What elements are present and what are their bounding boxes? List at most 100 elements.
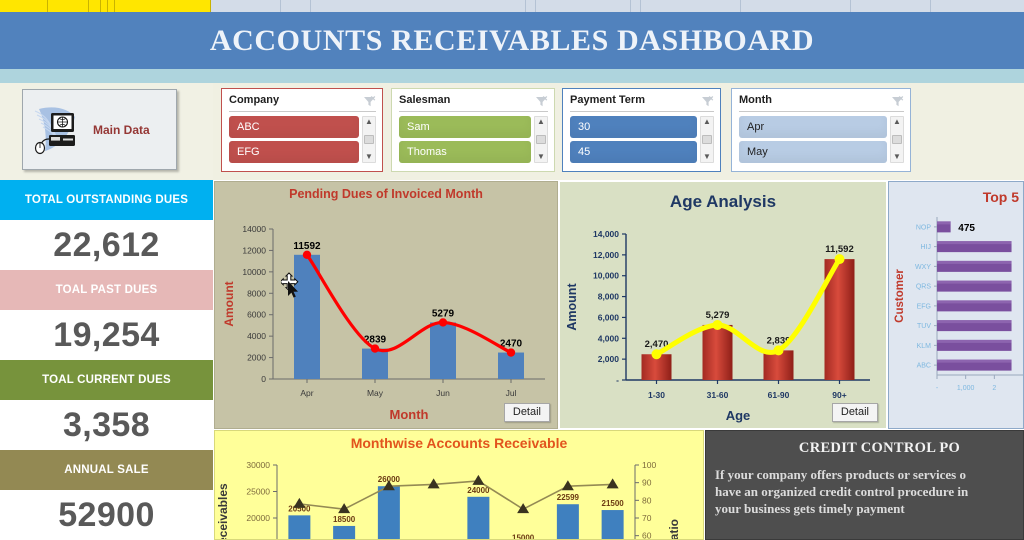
slicer-item-company-1[interactable]: EFG bbox=[229, 141, 359, 163]
slicer-scrollbar-company[interactable]: ▲ ▼ bbox=[362, 116, 376, 163]
kpi-value-total-past-dues: 19,254 bbox=[0, 310, 213, 360]
slicer-item-month-1[interactable]: May bbox=[739, 141, 887, 163]
scroll-up-arrow-icon[interactable]: ▲ bbox=[365, 117, 373, 127]
scroll-thumb[interactable] bbox=[364, 135, 374, 144]
svg-text:1,000: 1,000 bbox=[957, 385, 975, 392]
scroll-down-arrow-icon[interactable]: ▼ bbox=[703, 152, 711, 162]
svg-text:Apr: Apr bbox=[300, 388, 313, 398]
slicer-scrollbar-payment-term[interactable]: ▲ ▼ bbox=[700, 116, 714, 163]
svg-text:14,000: 14,000 bbox=[593, 229, 619, 239]
svg-text:22599: 22599 bbox=[557, 493, 580, 502]
slicer-item-payment-term-1[interactable]: 45 bbox=[570, 141, 697, 163]
slicer-title-salesman: Salesman bbox=[399, 94, 451, 106]
svg-text:5279: 5279 bbox=[432, 308, 455, 319]
svg-text:12,000: 12,000 bbox=[593, 250, 619, 260]
slicer-item-salesman-0[interactable]: Sam bbox=[399, 116, 531, 138]
slicer-title-month: Month bbox=[739, 94, 772, 106]
svg-text:60: 60 bbox=[642, 531, 652, 539]
slicer-month[interactable]: Month Apr May ▲ ▼ bbox=[731, 88, 911, 172]
kpi-value-annual-sale: 52900 bbox=[0, 490, 213, 540]
svg-text:100: 100 bbox=[642, 460, 656, 470]
scroll-down-arrow-icon[interactable]: ▼ bbox=[537, 152, 545, 162]
policy-body: If your company offers products or servi… bbox=[706, 457, 1023, 517]
svg-text:Jun: Jun bbox=[436, 388, 450, 398]
svg-text:2000: 2000 bbox=[247, 353, 266, 363]
svg-text:QRS: QRS bbox=[916, 284, 932, 291]
svg-text:6,000: 6,000 bbox=[598, 312, 620, 322]
slicer-title-payment-term: Payment Term bbox=[570, 94, 645, 106]
slicer-company[interactable]: Company ABC EFG ▲ ▼ bbox=[221, 88, 383, 172]
slicer-scrollbar-salesman[interactable]: ▲ ▼ bbox=[534, 116, 548, 163]
scroll-thumb[interactable] bbox=[702, 135, 712, 144]
main-data-button[interactable]: Main Data bbox=[22, 89, 177, 170]
slicer-item-payment-term-0[interactable]: 30 bbox=[570, 116, 697, 138]
svg-text:8000: 8000 bbox=[247, 288, 266, 298]
slicer-item-month-0[interactable]: Apr bbox=[739, 116, 887, 138]
kpi-label-total-current-dues: TOAL CURRENT DUES bbox=[0, 360, 213, 400]
svg-text:Amount: Amount bbox=[222, 281, 236, 326]
slicer-item-company-0[interactable]: ABC bbox=[229, 116, 359, 138]
svg-text:25000: 25000 bbox=[246, 487, 270, 497]
clear-filter-icon[interactable] bbox=[891, 95, 904, 108]
main-data-label: Main Data bbox=[93, 122, 150, 137]
svg-text:18500: 18500 bbox=[333, 515, 356, 524]
scroll-up-arrow-icon[interactable]: ▲ bbox=[537, 117, 545, 127]
svg-text:90: 90 bbox=[642, 478, 652, 488]
svg-text:Month: Month bbox=[390, 407, 429, 422]
kpi-label-total-outstanding-dues: TOTAL OUTSTANDING DUES bbox=[0, 180, 213, 220]
chart-canvas-age-analysis: - 2,000 4,000 6,000 8,000 10,000 12,000 14,000 A… bbox=[565, 229, 870, 423]
clear-filter-icon[interactable] bbox=[363, 95, 376, 108]
svg-text:61-90: 61-90 bbox=[768, 390, 790, 400]
chart-title-pending-dues: Pending Dues of Invoiced Month bbox=[289, 187, 483, 201]
kpi-sidebar: TOTAL OUTSTANDING DUES 22,612 TOAL PAST … bbox=[0, 180, 213, 540]
chart-age-analysis: Age Analysis - 2,000 4,000 6,000 8,000 10,000… bbox=[559, 181, 887, 429]
svg-text:21500: 21500 bbox=[602, 499, 625, 508]
detail-button-pending-dues[interactable]: Detail bbox=[503, 403, 550, 422]
policy-line-2: have an organized credit control procedu… bbox=[715, 484, 969, 499]
scroll-down-arrow-icon[interactable]: ▼ bbox=[893, 152, 901, 162]
slicer-payment-term[interactable]: Payment Term 30 45 ▲ ▼ bbox=[562, 88, 721, 172]
svg-text:6000: 6000 bbox=[247, 310, 266, 320]
svg-text:30000: 30000 bbox=[246, 460, 270, 470]
chart-pending-dues: Pending Dues of Invoiced Month 0 2000 4000… bbox=[214, 181, 558, 429]
svg-text:ABC: ABC bbox=[917, 363, 931, 370]
slicer-divider bbox=[570, 111, 714, 112]
slicer-divider bbox=[739, 111, 904, 112]
slicer-salesman[interactable]: Salesman Sam Thomas ▲ ▼ bbox=[391, 88, 555, 172]
svg-text:Ratio: Ratio bbox=[667, 519, 681, 539]
svg-text:1-30: 1-30 bbox=[648, 390, 665, 400]
detail-button-age-analysis[interactable]: Detail bbox=[831, 403, 878, 422]
svg-text:80: 80 bbox=[642, 495, 652, 505]
scroll-thumb[interactable] bbox=[536, 135, 546, 144]
kpi-label-annual-sale: ANNUAL SALE bbox=[0, 450, 213, 490]
kpi-value-total-outstanding-dues: 22,612 bbox=[0, 220, 213, 270]
kpi-label-total-past-dues: TOAL PAST DUES bbox=[0, 270, 213, 310]
svg-text:KLM: KLM bbox=[917, 343, 932, 350]
svg-text:TUV: TUV bbox=[917, 323, 931, 330]
svg-text:WXY: WXY bbox=[915, 264, 931, 271]
kpi-value-total-current-dues: 3,358 bbox=[0, 400, 213, 450]
svg-text:11592: 11592 bbox=[293, 241, 321, 252]
svg-text:5,279: 5,279 bbox=[706, 310, 730, 321]
scroll-up-arrow-icon[interactable]: ▲ bbox=[703, 117, 711, 127]
clear-filter-icon[interactable] bbox=[701, 95, 714, 108]
slicer-item-salesman-1[interactable]: Thomas bbox=[399, 141, 531, 163]
svg-text:14000: 14000 bbox=[242, 224, 266, 234]
clear-filter-icon[interactable] bbox=[535, 95, 548, 108]
scroll-thumb[interactable] bbox=[892, 135, 902, 144]
chart-canvas-top-5: ABC KLM TUV EFG QRS WXY HIJ 475 NOP - 1,000 2 Custom… bbox=[894, 217, 1023, 392]
chart-canvas-pending-dues: 0 2000 4000 6000 8000 10000 12000 14000 Amount 11… bbox=[222, 224, 545, 422]
slicer-divider bbox=[399, 111, 548, 112]
svg-text:31-60: 31-60 bbox=[707, 390, 729, 400]
svg-text:EFG: EFG bbox=[917, 303, 931, 310]
svg-text:Customer: Customer bbox=[894, 269, 906, 323]
highlighted-columns-strip bbox=[0, 0, 211, 12]
svg-text:12000: 12000 bbox=[242, 245, 266, 255]
scroll-down-arrow-icon[interactable]: ▼ bbox=[365, 152, 373, 162]
scroll-up-arrow-icon[interactable]: ▲ bbox=[893, 117, 901, 127]
spreadsheet-column-strip bbox=[0, 0, 1024, 12]
svg-text:11,592: 11,592 bbox=[825, 244, 854, 255]
svg-text:May: May bbox=[367, 388, 384, 398]
svg-text:Receivables: Receivables bbox=[216, 483, 230, 539]
slicer-scrollbar-month[interactable]: ▲ ▼ bbox=[890, 116, 904, 163]
